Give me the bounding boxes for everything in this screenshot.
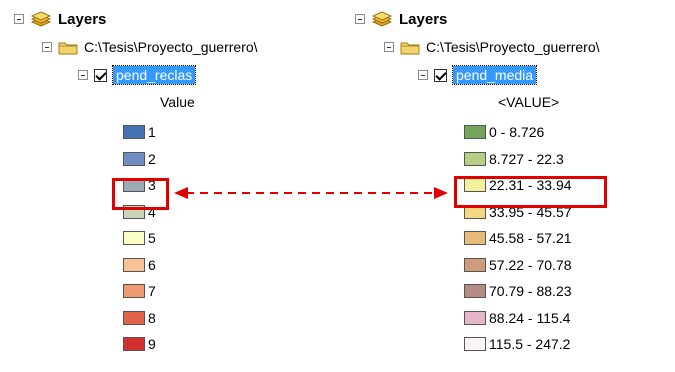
comparison-arrow — [174, 187, 448, 199]
